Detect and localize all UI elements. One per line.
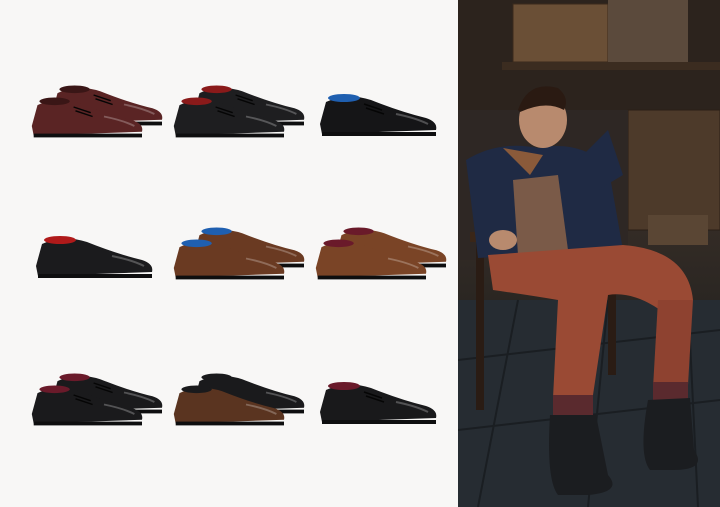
shoe-item-4[interactable] <box>26 212 166 292</box>
model-scene <box>458 0 720 507</box>
shoe-image <box>31 373 163 426</box>
boot-right <box>643 398 698 470</box>
shoe-image <box>315 227 447 280</box>
crate-label <box>648 215 708 245</box>
shoe-image <box>173 85 305 138</box>
shoe-item-5[interactable] <box>168 212 308 292</box>
shoe-item-6[interactable] <box>310 212 450 292</box>
hand <box>489 230 517 250</box>
shoe-item-2[interactable] <box>168 70 308 150</box>
crate-stack <box>627 109 720 231</box>
shoe-item-8[interactable] <box>168 358 308 438</box>
shoe-item-9[interactable] <box>310 358 450 438</box>
shoe-image <box>31 85 163 138</box>
shelf <box>502 62 720 70</box>
shoe-item-1[interactable] <box>26 70 166 150</box>
crate <box>512 3 609 63</box>
chair-leg <box>476 240 484 410</box>
shoe-shape-3 <box>36 236 153 278</box>
shoe-image <box>173 227 305 280</box>
trouser-leg <box>653 300 693 388</box>
shoe-image <box>173 373 305 426</box>
shoe-item-7[interactable] <box>26 358 166 438</box>
shoe-image <box>320 382 437 424</box>
shoe-shape-2 <box>320 94 437 136</box>
shoe-catalog-grid <box>0 0 458 507</box>
shoe-image <box>36 236 153 278</box>
basket <box>608 0 688 70</box>
model-photo <box>458 0 720 507</box>
shoe-shape-8 <box>320 382 437 424</box>
sock <box>553 395 593 417</box>
lookbook-page <box>0 0 720 507</box>
shoe-image <box>320 94 437 136</box>
shoe-item-3[interactable] <box>310 70 450 150</box>
